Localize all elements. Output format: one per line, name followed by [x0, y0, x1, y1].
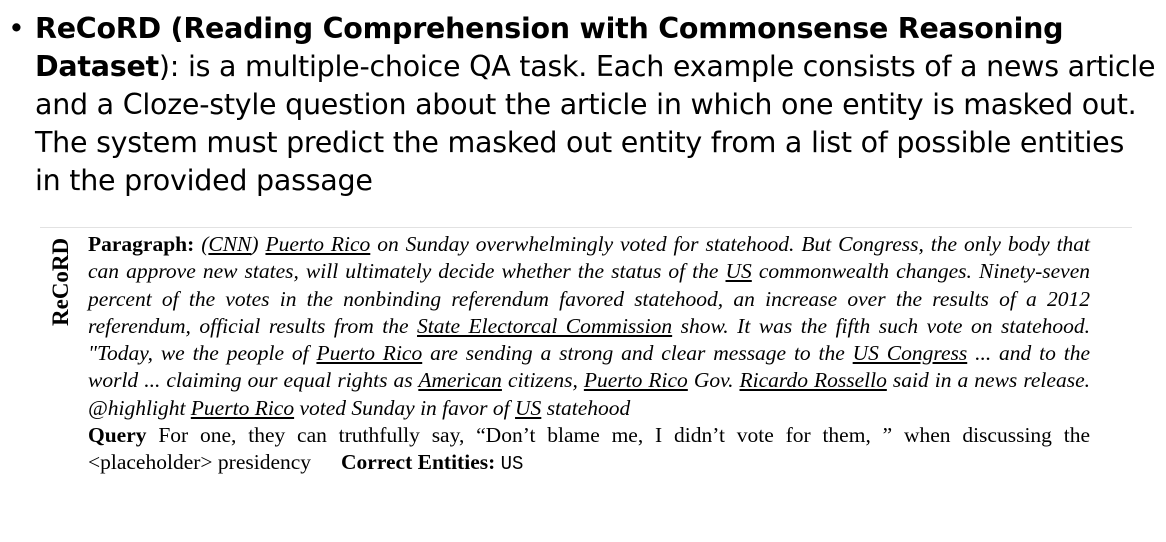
- paragraph-label: Paragraph:: [88, 232, 195, 256]
- figure-top-divider: [40, 227, 1132, 228]
- query-label: Query: [88, 423, 147, 448]
- bullet-marker: •: [8, 12, 25, 45]
- bullet-text: ReCoRD (Reading Comprehension with Commo…: [35, 10, 1158, 200]
- dataset-description: : is a multiple-choice QA task. Each exa…: [35, 50, 1156, 197]
- entity-mention: US: [725, 259, 752, 284]
- query-text: For one, they can truthfully say, “Don’t…: [88, 423, 1090, 475]
- title-paren: ): [158, 50, 170, 83]
- answer-label: Correct Entities:: [341, 450, 496, 475]
- entity-mention: US Congress: [852, 341, 968, 366]
- bullet-item: • ReCoRD (Reading Comprehension with Com…: [8, 10, 1158, 200]
- entity-mention: American: [418, 368, 502, 393]
- entity-mention: Puerto Rico: [190, 395, 295, 420]
- paragraph-fragment: are sending a strong and clear message t…: [422, 341, 853, 366]
- figure-side-label: ReCoRD: [48, 237, 73, 327]
- record-example: Paragraph: (CNN) Puerto Rico on Sunday o…: [88, 231, 1090, 479]
- paragraph-text: (CNN) Puerto Rico on Sunday overwhelming…: [88, 232, 1090, 420]
- entity-mention: Puerto Rico: [583, 368, 688, 393]
- entity-mention: US: [515, 395, 542, 420]
- entity-mention: CNN: [208, 232, 252, 256]
- paragraph-fragment: Gov.: [687, 368, 740, 393]
- paragraph-fragment: citizens,: [501, 368, 584, 393]
- entity-mention: Ricardo Rossello: [739, 368, 887, 393]
- paragraph-fragment: statehood: [541, 395, 631, 420]
- entity-mention: State Electorcal Commission: [417, 313, 673, 338]
- paragraph-fragment: voted Sunday in favor of: [294, 395, 516, 420]
- answer-value: US: [500, 453, 524, 476]
- entity-mention: Puerto Rico: [265, 232, 371, 256]
- paragraph-fragment: ): [251, 232, 266, 256]
- entity-mention: Puerto Rico: [316, 341, 423, 366]
